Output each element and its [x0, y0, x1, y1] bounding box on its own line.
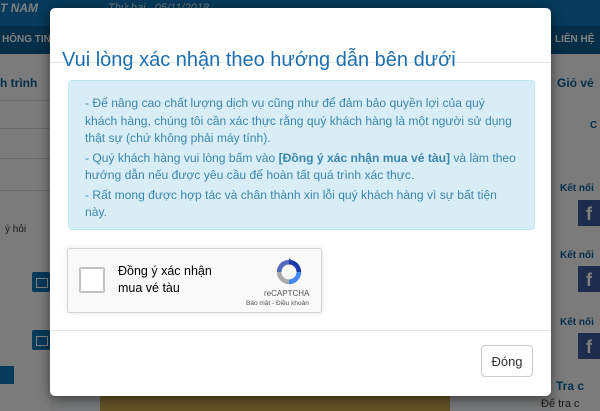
recaptcha-brand: reCAPTCHA	[264, 289, 310, 298]
alert-line: - Quý khách hàng vui lòng bấm vào [Đồng …	[85, 150, 518, 185]
close-button[interactable]: Đóng	[481, 345, 533, 377]
dialog-header: Vui lòng xác nhận theo hướng dẫn bên dướ…	[50, 8, 551, 71]
alert-highlight: [Đồng ý xác nhận mua vé tàu]	[278, 150, 450, 165]
recaptcha-logo-icon	[276, 257, 302, 285]
alert-text: - Quý khách hàng vui lòng bấm vào	[85, 150, 279, 165]
recaptcha-label: Đồng ý xác nhận mua vé tàu	[118, 264, 212, 295]
recaptcha-widget: Đồng ý xác nhận mua vé tàu reCAPTCHA Bảo…	[67, 248, 322, 313]
confirm-dialog: Vui lòng xác nhận theo hướng dẫn bên dướ…	[50, 8, 551, 396]
info-alert: - Để nâng cao chất lượng dịch vụ cũng nh…	[68, 80, 535, 230]
recaptcha-privacy-terms-link[interactable]: Bảo mật - Điều khoản	[246, 300, 309, 307]
alert-line: - Rất mong được hợp tác và chân thành xi…	[85, 187, 497, 220]
dialog-footer-divider	[50, 330, 551, 331]
dialog-title: Vui lòng xác nhận theo hướng dẫn bên dướ…	[62, 48, 456, 71]
alert-line: - Để nâng cao chất lượng dịch vụ cũng nh…	[85, 96, 512, 145]
recaptcha-checkbox[interactable]	[79, 267, 105, 293]
